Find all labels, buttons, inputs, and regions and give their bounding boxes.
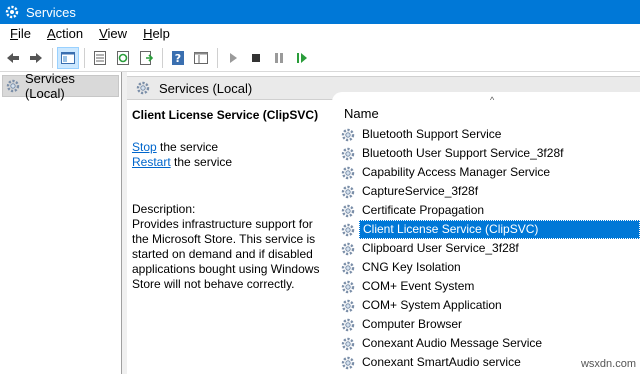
start-icon — [230, 52, 237, 63]
service-row[interactable]: Conexant Audio Message Service — [340, 334, 640, 353]
window-title: Services — [26, 4, 76, 20]
restart-line: Restart the service — [132, 155, 327, 170]
stop-service-link[interactable]: Stop — [132, 140, 157, 154]
start-service-button[interactable] — [222, 47, 244, 69]
forward-button[interactable] — [25, 47, 47, 69]
service-row[interactable]: COM+ System Application — [340, 296, 640, 315]
service-name: Conexant SmartAudio service — [362, 355, 521, 369]
service-name: CaptureService_3f28f — [362, 184, 479, 198]
menu-help[interactable]: Help — [135, 24, 178, 44]
tree-item-label: Services (Local) — [24, 71, 75, 101]
description-label: Description: — [132, 202, 196, 216]
services-gear-icon — [6, 79, 20, 93]
services-gear-icon — [136, 81, 150, 95]
view-icon — [194, 51, 208, 64]
service-row[interactable]: Bluetooth User Support Service_3f28f — [340, 144, 640, 163]
properties-icon — [94, 50, 106, 65]
toolbar: ? — [0, 44, 640, 72]
back-icon — [7, 52, 19, 63]
toolbar-separator — [162, 47, 163, 68]
details-pane: Services (Local) Client License Service … — [127, 72, 640, 374]
service-name: Clipboard User Service_3f28f — [362, 241, 519, 255]
pause-service-button[interactable] — [268, 47, 290, 69]
service-row-selected[interactable]: Client License Service (ClipSVC) — [340, 220, 640, 239]
service-gear-icon — [341, 242, 355, 255]
export-list-button[interactable] — [135, 47, 157, 69]
service-name: Capability Access Manager Service — [362, 165, 551, 179]
service-row[interactable]: Clipboard User Service_3f28f — [340, 239, 640, 258]
service-gear-icon — [341, 299, 355, 312]
service-name: Conexant Audio Message Service — [362, 336, 543, 350]
service-row[interactable]: Bluetooth Support Service — [340, 125, 640, 144]
watermark: wsxdn.com — [580, 358, 636, 370]
refresh-icon — [117, 50, 129, 65]
menu-view[interactable]: View — [91, 24, 135, 44]
service-gear-icon — [341, 280, 355, 293]
service-gear-icon — [341, 356, 355, 369]
service-name: Certificate Propagation — [362, 203, 485, 217]
service-gear-icon — [341, 204, 355, 217]
properties-button[interactable] — [89, 47, 111, 69]
service-gear-icon — [341, 128, 355, 141]
restart-service-link[interactable]: Restart — [132, 155, 171, 169]
export-icon — [140, 50, 154, 65]
toolbar-separator — [217, 47, 218, 68]
view-button[interactable] — [190, 47, 212, 69]
console-tree: Services (Local) — [0, 71, 122, 374]
restart-suffix: the service — [170, 155, 233, 169]
services-gear-icon — [5, 5, 19, 19]
service-gear-icon — [341, 223, 355, 236]
service-name: COM+ System Application — [362, 298, 502, 312]
stop-service-button[interactable] — [245, 47, 267, 69]
extended-description-panel: Client License Service (ClipSVC) Stop th… — [127, 100, 332, 374]
service-gear-icon — [341, 185, 355, 198]
services-list: ^ Name Bluetooth Support Service Bluetoot… — [332, 92, 640, 374]
menu-bar: File Action View Help — [0, 24, 640, 44]
sort-indicator: ^ — [490, 95, 495, 105]
service-name: Client License Service (ClipSVC) — [359, 220, 640, 239]
service-gear-icon — [341, 337, 355, 350]
service-row[interactable]: COM+ Event System — [340, 277, 640, 296]
service-gear-icon — [341, 261, 355, 274]
toolbar-separator — [84, 47, 85, 68]
pane-header-title: Services (Local) — [159, 80, 253, 96]
service-name: Bluetooth Support Service — [362, 127, 502, 141]
tree-item-services-local[interactable]: Services (Local) — [2, 71, 119, 101]
service-row[interactable]: Computer Browser — [340, 315, 640, 334]
description-text: Provides infrastructure support for the … — [132, 217, 320, 291]
show-hide-console-tree-button[interactable] — [57, 46, 79, 69]
service-name: COM+ Event System — [362, 279, 475, 293]
restart-icon — [297, 52, 307, 63]
console-tree-icon — [61, 51, 75, 64]
pause-icon — [275, 52, 283, 63]
forward-icon — [30, 52, 42, 63]
service-name: Computer Browser — [362, 317, 463, 331]
stop-line: Stop the service — [132, 140, 327, 155]
service-row[interactable]: CaptureService_3f28f — [340, 182, 640, 201]
back-button[interactable] — [2, 47, 24, 69]
column-header-name[interactable]: Name — [344, 106, 379, 121]
help-icon: ? — [172, 50, 184, 65]
service-gear-icon — [341, 318, 355, 331]
service-name: Bluetooth User Support Service_3f28f — [362, 146, 564, 160]
service-row[interactable]: Capability Access Manager Service — [340, 163, 640, 182]
svg-text:?: ? — [175, 52, 181, 65]
menu-file[interactable]: File — [2, 24, 39, 44]
stop-suffix: the service — [156, 140, 219, 154]
service-row[interactable]: Certificate Propagation — [340, 201, 640, 220]
help-button[interactable]: ? — [167, 47, 189, 69]
restart-service-button[interactable] — [291, 47, 313, 69]
selected-service-title: Client License Service (ClipSVC) — [132, 108, 319, 122]
service-gear-icon — [341, 147, 355, 160]
title-bar: Services — [0, 0, 640, 24]
stop-icon — [252, 53, 260, 62]
service-gear-icon — [341, 166, 355, 179]
service-name: CNG Key Isolation — [362, 260, 461, 274]
service-row[interactable]: CNG Key Isolation — [340, 258, 640, 277]
service-rows: Bluetooth Support Service Bluetooth User … — [340, 125, 640, 372]
refresh-button[interactable] — [112, 47, 134, 69]
toolbar-separator — [52, 47, 53, 68]
menu-action[interactable]: Action — [39, 24, 91, 44]
